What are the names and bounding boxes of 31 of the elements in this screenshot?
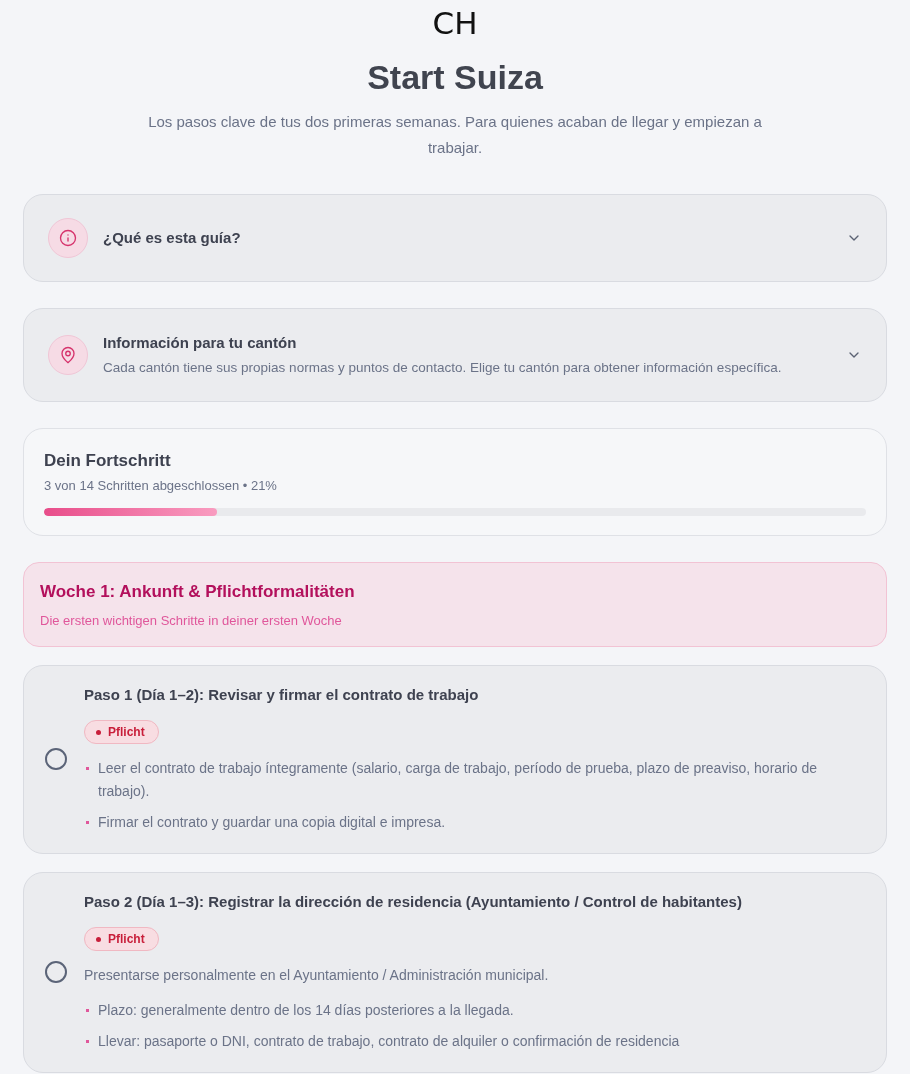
progress-title: Dein Fortschritt [44,450,172,472]
bullet-icon [86,1040,89,1043]
map-pin-icon [48,335,88,375]
bullet-icon [86,767,89,770]
step-checkbox[interactable] [45,961,67,983]
dot-icon [96,729,101,735]
accordion-card[interactable]: Información para tu cantón Cada cantón tiene sus propias normas y puntos de contacto. Elige tu cantón para obtener información específica. [23,308,887,402]
tag-label: Pflicht [108,724,145,740]
step-item-text: Llevar: pasaporte o DNI, contrato de trabajo, contrato de alquiler o confirmación de residencia [98,1032,680,1051]
step-item-text: Firmar el contrato y guardar una copia digital e impresa. [98,813,446,832]
week-title: Woche 1: Ankunft & Pflichtformalitäten [40,581,356,603]
progress-summary: 3 von 14 Schritten abgeschlossen • 21% [44,477,278,495]
country-code-label: CH [432,4,478,42]
step-title: Paso 2 (Día 1–3): Registrar la dirección de residencia (Ayuntamiento / Control de habitantes) [84,892,743,912]
step-item-text: Plazo: generalmente dentro de los 14 días posteriores a la llegada. [98,1001,514,1020]
step-title: Paso 1 (Día 1–2): Revisar y firmar el contrato de trabajo [84,685,480,705]
accordion-card[interactable]: ¿Qué es esta guía? [23,194,887,282]
bullet-icon [86,821,89,824]
dot-icon [96,936,101,942]
page-title: Start Suiza [367,57,543,98]
accordion-title: Información para tu cantón [103,333,298,353]
info-icon [48,218,88,258]
step-description: Presentarse personalmente en el Ayuntamiento / Administración municipal. [84,966,549,985]
accordion-description: Cada cantón tiene sus propias normas y puntos de contacto. Elige tu cantón para obtener información específica. [103,359,783,377]
week-subtitle: Die ersten wichtigen Schritte in deiner ersten Woche [40,612,343,630]
step-item-text: Leer el contrato de trabajo íntegramente (salario, carga de trabajo, período de prueba, plazo de preaviso, horario de trabajo). [98,759,819,801]
tag-label: Pflicht [108,931,145,947]
page-subtitle: Los pasos clave de tus dos primeras semanas. Para quienes acaban de llegar y empiezan a trabajar. [147,112,763,158]
bullet-icon [86,1009,89,1012]
step-checkbox[interactable] [45,748,67,770]
accordion-title: ¿Qué es esta guía? [103,228,242,248]
